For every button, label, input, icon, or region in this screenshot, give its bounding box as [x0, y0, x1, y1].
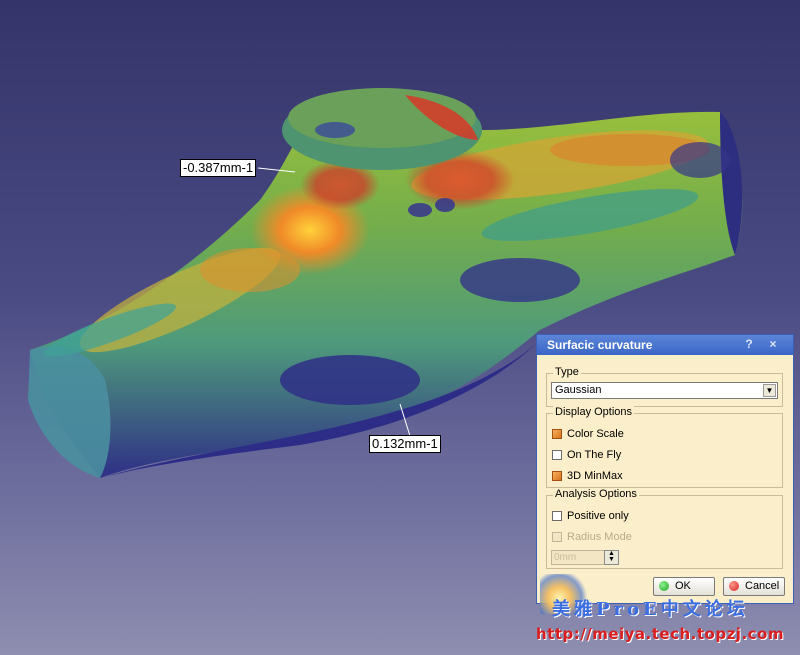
watermark-title: 美雅ProE中文论坛	[552, 599, 749, 620]
minmax-3d-checkbox[interactable]	[552, 471, 562, 482]
on-the-fly-option[interactable]: On The Fly	[552, 448, 621, 462]
color-scale-option[interactable]: Color Scale	[552, 427, 624, 441]
watermark-url: http://meiya.tech.topzj.com	[536, 625, 784, 643]
radius-mode-label: Radius Mode	[567, 531, 632, 543]
help-icon[interactable]: ?	[741, 337, 757, 352]
radius-mode-checkbox	[552, 532, 562, 543]
close-icon[interactable]: ×	[765, 337, 781, 352]
radius-spinner: ▲ ▼	[604, 550, 619, 565]
ok-label: OK	[675, 580, 691, 592]
cancel-button[interactable]: Cancel	[723, 577, 785, 596]
cancel-icon	[729, 581, 739, 592]
radius-value-field: 0mm	[551, 550, 609, 565]
display-options-group: Display Options Color Scale On The Fly 3…	[546, 406, 783, 488]
minmax-3d-option[interactable]: 3D MinMax	[552, 469, 623, 483]
type-group: Type Gaussian ▼	[546, 366, 783, 407]
radius-mode-option: Radius Mode	[552, 530, 632, 544]
surfacic-curvature-dialog: Surfacic curvature ? × Type Gaussian ▼ D…	[536, 334, 794, 604]
dialog-title: Surfacic curvature	[547, 338, 653, 352]
max-curvature-label: -0.387mm-1	[180, 159, 257, 177]
analysis-options-label: Analysis Options	[553, 488, 639, 500]
ok-button[interactable]: OK	[653, 577, 715, 596]
min-curvature-label: 0.132mm-1	[369, 435, 441, 453]
cancel-label: Cancel	[745, 580, 780, 592]
color-scale-label: Color Scale	[567, 428, 624, 440]
display-options-label: Display Options	[553, 406, 635, 418]
on-the-fly-label: On The Fly	[567, 449, 622, 461]
ok-icon	[659, 581, 669, 592]
on-the-fly-checkbox[interactable]	[552, 450, 562, 461]
positive-only-checkbox[interactable]	[552, 511, 562, 522]
type-dropdown[interactable]: Gaussian ▼	[551, 382, 778, 399]
type-group-label: Type	[553, 366, 581, 378]
dialog-titlebar[interactable]: Surfacic curvature ? ×	[537, 335, 793, 355]
chevron-down-icon[interactable]: ▼	[763, 384, 776, 397]
type-selected-value: Gaussian	[555, 384, 602, 396]
positive-only-label: Positive only	[567, 510, 629, 522]
analysis-options-group: Analysis Options Positive only Radius Mo…	[546, 488, 783, 569]
minmax-3d-label: 3D MinMax	[567, 470, 623, 482]
positive-only-option[interactable]: Positive only	[552, 509, 629, 523]
color-scale-checkbox[interactable]	[552, 429, 562, 440]
